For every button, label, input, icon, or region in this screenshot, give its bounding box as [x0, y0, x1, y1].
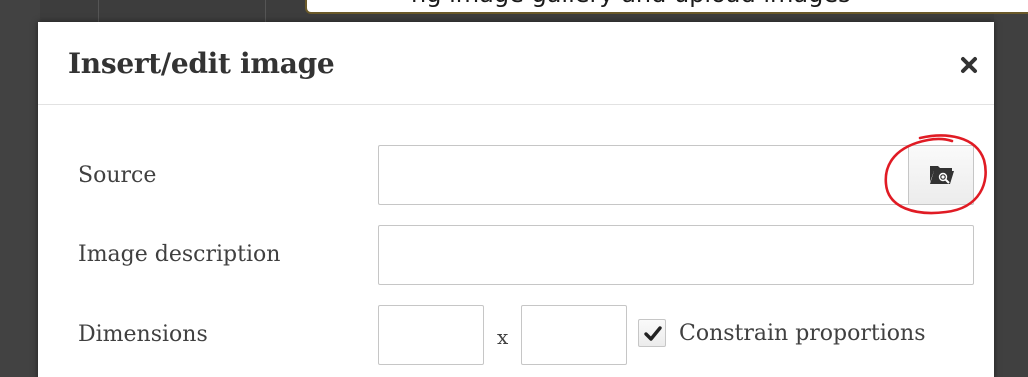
dialog-title: Insert/edit image — [68, 47, 335, 80]
source-label: Source — [78, 163, 157, 188]
image-description-label: Image description — [78, 242, 281, 267]
constrain-proportions-label[interactable]: Constrain proportions — [679, 321, 925, 346]
background-tab: ng image gallery and upload images — [305, 0, 1028, 14]
screen: ng image gallery and upload images Inser… — [0, 0, 1028, 377]
background-divider — [265, 0, 266, 24]
height-input[interactable] — [521, 305, 627, 365]
source-field-group — [378, 145, 974, 205]
insert-image-dialog: Insert/edit image Source Image descripti… — [38, 22, 994, 377]
background-divider — [98, 0, 99, 24]
close-icon — [961, 57, 977, 73]
dialog-header: Insert/edit image — [38, 22, 994, 105]
background-left-panel — [0, 0, 40, 377]
background-tab-text: ng image gallery and upload images — [411, 0, 851, 8]
width-input[interactable] — [378, 305, 484, 365]
folder-search-icon — [930, 166, 954, 184]
constrain-proportions-checkbox[interactable] — [638, 319, 666, 347]
browse-button[interactable] — [908, 145, 974, 205]
dimensions-separator: x — [497, 325, 509, 349]
checkmark-icon — [644, 326, 662, 341]
background-right-panel — [994, 0, 1028, 377]
dimensions-label: Dimensions — [78, 322, 208, 347]
image-description-input[interactable] — [378, 225, 974, 285]
dialog-body: Source Image description Dimensions x Co… — [38, 105, 994, 377]
source-input[interactable] — [378, 145, 908, 205]
close-button[interactable] — [954, 50, 984, 80]
